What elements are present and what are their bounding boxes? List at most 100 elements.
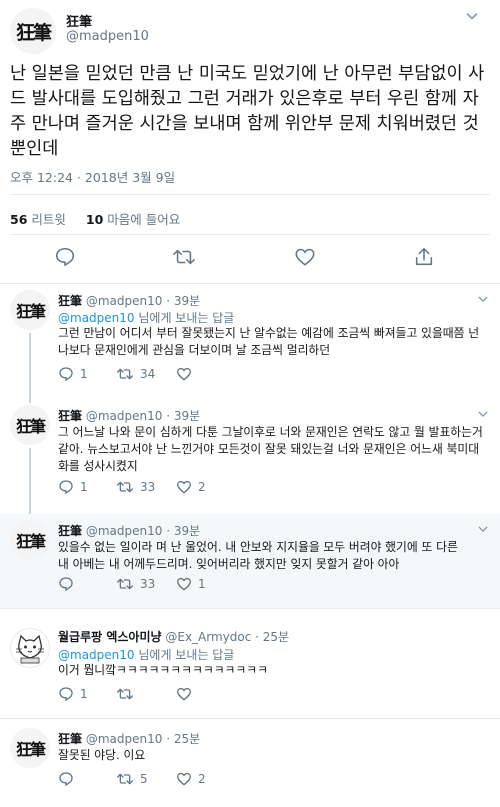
chevron-down-icon[interactable] xyxy=(478,294,488,304)
reply-time[interactable]: · 39분 xyxy=(166,524,200,538)
tweet-timestamp[interactable]: 오후 12:24 · 2018년 3월 9일 xyxy=(10,167,175,186)
author-name[interactable]: 狂筆 xyxy=(58,732,82,746)
retweet-count: 5 xyxy=(140,772,148,786)
chevron-down-icon[interactable] xyxy=(478,524,488,534)
author-handle[interactable]: @madpen10 xyxy=(86,294,163,308)
author-name[interactable]: 狂筆 xyxy=(58,409,82,423)
retweet-button[interactable]: 33 xyxy=(116,576,155,592)
reply-button[interactable]: 1 xyxy=(58,366,88,382)
reply-tweet[interactable]: 월급루팡 엑스아미냥 @Ex_Armydoc · 25분 @madpen10 님… xyxy=(0,620,500,718)
avatar-glyph: 狂筆 xyxy=(15,21,52,44)
reply-actions: 1 34 xyxy=(58,366,358,382)
reply-actions: 1 33 2 xyxy=(58,479,358,495)
retweet-count: 33 xyxy=(140,577,156,591)
reply-time[interactable]: · 39분 xyxy=(166,294,200,308)
avatar[interactable] xyxy=(10,628,50,668)
like-button[interactable]: 2 xyxy=(176,771,206,787)
author-name[interactable]: 狂筆 xyxy=(58,294,82,308)
author-handle[interactable]: @madpen10 xyxy=(86,732,163,746)
reply-text: 잘못된 야당. 이요 xyxy=(58,748,146,762)
author-name[interactable]: 狂筆 xyxy=(58,524,82,538)
reply-header: 狂筆 @madpen10 · 39분 xyxy=(58,407,200,424)
like-count[interactable]: 10 xyxy=(86,212,103,227)
like-icon xyxy=(176,480,192,494)
reply-actions: 33 1 xyxy=(58,576,358,592)
reply-button[interactable]: 1 xyxy=(58,479,88,495)
reply-tweet[interactable]: 狂筆 狂筆 @madpen10 · 39분 @madpen10 님에게 보내는 … xyxy=(0,284,500,399)
retweet-button[interactable]: 33 xyxy=(116,479,155,495)
reply-icon xyxy=(59,772,73,787)
author-name[interactable]: 월급루팡 엑스아미냥 xyxy=(58,630,162,644)
reply-header: 狂筆 @madpen10 · 39분 xyxy=(58,292,200,309)
reply-tweet[interactable]: 狂筆 狂筆 @madpen10 · 39분 있을수 없는 일이라 며 난 울었어… xyxy=(0,514,500,608)
reply-time[interactable]: · 25분 xyxy=(255,630,289,644)
mention-link[interactable]: @madpen10 xyxy=(58,648,135,662)
main-tweet: 狂筆 狂筆 @madpen10 난 일본을 믿었던 만큼 난 미국도 믿었기에 … xyxy=(0,0,500,295)
reply-text: 그 어느날 나와 문이 심하게 다툰 그날이후로 너와 문재인은 연락도 않고 … xyxy=(58,425,483,473)
retweet-button[interactable] xyxy=(116,686,140,702)
divider xyxy=(10,234,490,235)
reply-count: 1 xyxy=(80,480,88,494)
avatar[interactable]: 狂筆 xyxy=(10,520,50,560)
author-handle[interactable]: @madpen10 xyxy=(86,524,163,538)
author-handle[interactable]: @madpen10 xyxy=(66,29,149,44)
retweet-button[interactable]: 5 xyxy=(116,771,148,787)
like-icon[interactable] xyxy=(294,246,316,268)
reply-to-label: 님에게 보내는 답글 xyxy=(138,648,235,662)
reply-icon xyxy=(59,687,73,702)
avatar-glyph: 狂筆 xyxy=(15,740,46,759)
avatar-glyph: 狂筆 xyxy=(15,417,46,436)
like-icon xyxy=(176,687,192,701)
avatar[interactable]: 狂筆 xyxy=(10,405,50,445)
cat-drawing-icon xyxy=(16,634,44,664)
share-icon[interactable] xyxy=(413,246,435,268)
reply-button[interactable] xyxy=(58,771,80,787)
avatar-glyph: 狂筆 xyxy=(15,532,46,551)
divider xyxy=(0,608,500,609)
divider xyxy=(10,194,490,195)
author-name[interactable]: 狂筆 xyxy=(66,11,92,30)
retweet-icon xyxy=(116,368,133,380)
reply-time[interactable]: · 25분 xyxy=(166,732,200,746)
tweet-text: 난 일본을 믿었던 만큼 난 미국도 믿었기에 난 아무런 부담없이 사드 발사… xyxy=(10,64,485,159)
like-icon xyxy=(176,367,192,381)
reply-tweet[interactable]: 狂筆 狂筆 @madpen10 · 25분 잘못된 야당. 이요 5 2 xyxy=(0,722,500,807)
reply-count: 1 xyxy=(80,367,88,381)
retweet-icon[interactable] xyxy=(172,246,196,268)
reply-text: 있을수 없는 일이라 며 난 울었어. 내 안보와 지지율을 모두 버려야 했기… xyxy=(58,540,458,571)
like-button[interactable] xyxy=(176,366,198,382)
reply-tweet[interactable]: 狂筆 狂筆 @madpen10 · 39분 그 어느날 나와 문이 심하게 다툰… xyxy=(0,399,500,514)
like-count: 1 xyxy=(198,577,206,591)
like-button[interactable]: 1 xyxy=(176,576,206,592)
reply-button[interactable] xyxy=(58,576,80,592)
like-button[interactable] xyxy=(176,686,198,702)
reply-button[interactable]: 1 xyxy=(58,686,88,702)
like-button[interactable]: 2 xyxy=(176,479,206,495)
mention-link[interactable]: @madpen10 xyxy=(58,311,135,325)
reply-to-label: 님에게 보내는 답글 xyxy=(138,311,235,325)
reply-header: 狂筆 @madpen10 · 39분 xyxy=(58,522,200,539)
reply-actions: 1 xyxy=(58,686,358,702)
author-handle[interactable]: @Ex_Armydoc xyxy=(165,630,251,644)
retweet-icon xyxy=(116,578,133,590)
reply-icon xyxy=(59,367,73,382)
retweet-count[interactable]: 56 xyxy=(10,212,27,227)
avatar[interactable]: 狂筆 xyxy=(10,290,50,330)
chevron-down-icon[interactable] xyxy=(478,409,488,419)
retweet-button[interactable]: 34 xyxy=(116,366,155,382)
chevron-down-icon[interactable] xyxy=(466,10,478,22)
reply-header: 狂筆 @madpen10 · 25분 xyxy=(58,730,200,747)
reply-header: 월급루팡 엑스아미냥 @Ex_Armydoc · 25분 xyxy=(58,628,289,645)
retweet-label[interactable]: 리트윗 xyxy=(31,212,66,227)
like-count: 2 xyxy=(198,772,206,786)
reply-time[interactable]: · 39분 xyxy=(166,409,200,423)
like-count: 2 xyxy=(198,480,206,494)
like-icon xyxy=(176,772,192,786)
author-handle[interactable]: @madpen10 xyxy=(86,409,163,423)
like-label[interactable]: 마음에 들어요 xyxy=(107,212,180,227)
reply-icon xyxy=(59,480,73,495)
reply-icon[interactable] xyxy=(54,246,76,268)
tweet-actions xyxy=(0,246,500,272)
avatar[interactable]: 狂筆 xyxy=(10,728,50,768)
avatar[interactable]: 狂筆 xyxy=(10,8,56,54)
